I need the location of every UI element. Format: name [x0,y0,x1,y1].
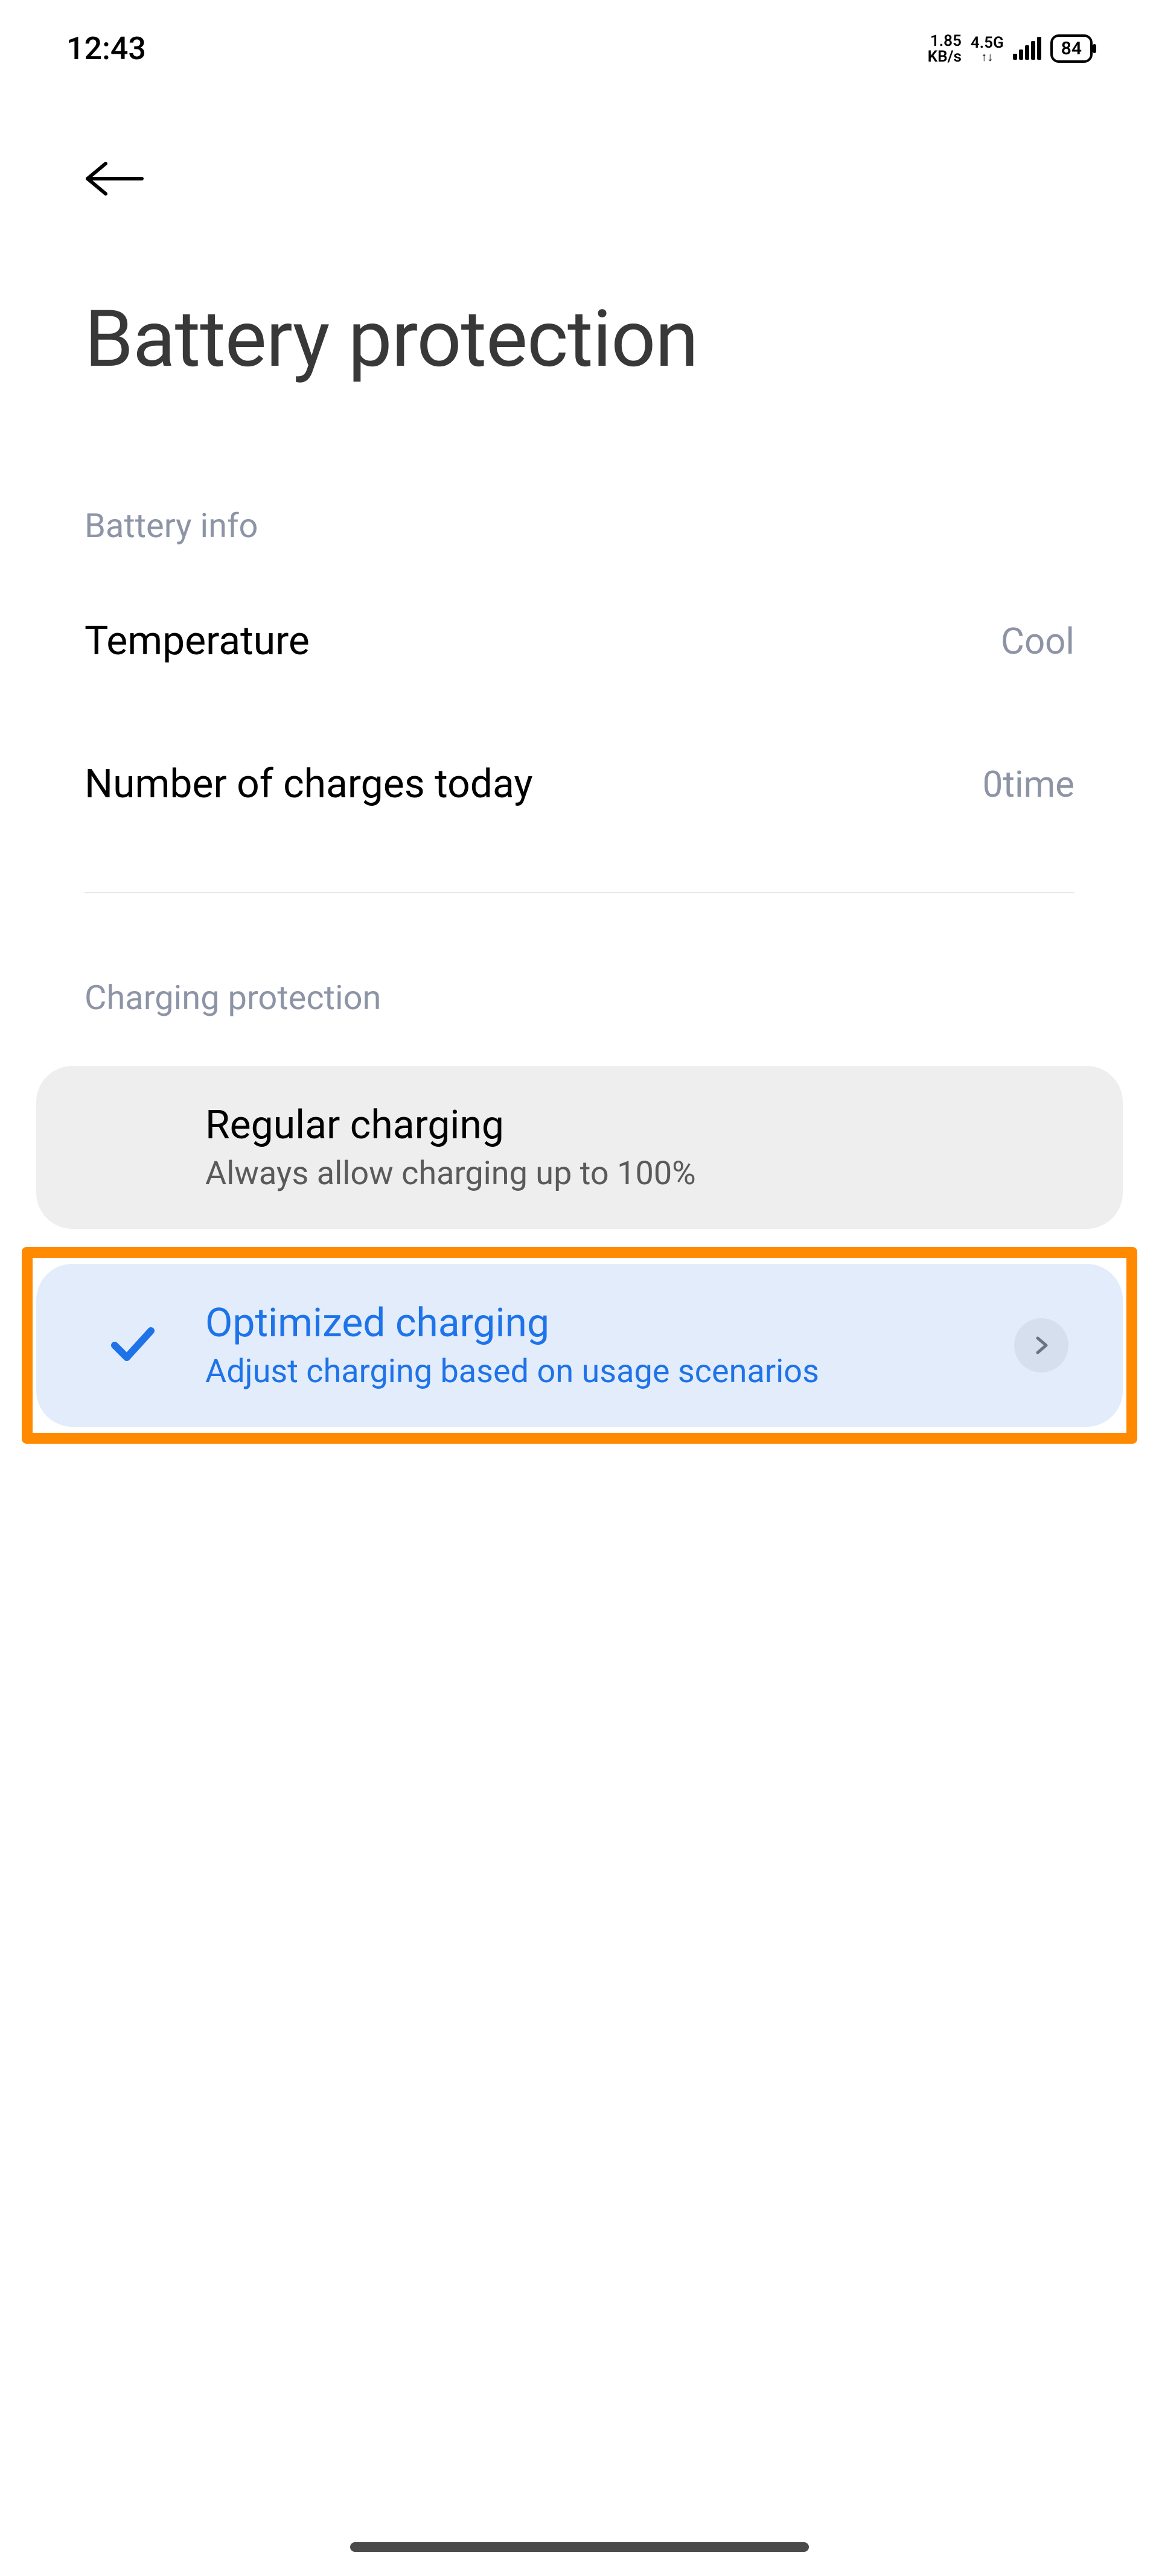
status-right: 1.85 KB/s 4.5G ↑↓ 84 [928,33,1093,65]
regular-title: Regular charging [205,1102,990,1149]
charges-value: 0time [983,763,1074,806]
page-title: Battery protection [0,226,1159,421]
charges-row: Number of charges today 0time [0,713,1159,856]
back-row [0,85,1159,226]
optimized-title: Optimized charging [205,1300,990,1347]
chevron-right-button[interactable] [1014,1318,1068,1372]
optimized-subtitle: Adjust charging based on usage scenarios [205,1353,990,1391]
check-icon [109,1320,157,1371]
network-activity-icon: ↑↓ [981,51,993,63]
regular-subtitle: Always allow charging up to 100% [205,1155,990,1193]
temperature-label: Temperature [85,618,310,665]
option-regular-charging[interactable]: Regular charging Always allow charging u… [36,1066,1123,1229]
status-bar: 12:43 1.85 KB/s 4.5G ↑↓ 84 [0,0,1159,85]
network-speed: 1.85 KB/s [928,33,962,65]
section-battery-info: Battery info [0,421,1159,570]
back-button[interactable] [85,158,1074,202]
home-indicator[interactable] [350,2542,809,2552]
speed-value: 1.85 [930,33,962,49]
battery-indicator: 84 [1050,34,1093,63]
network-type: 4.5G [971,35,1004,51]
status-time: 12:43 [66,30,146,67]
section-charging-protection: Charging protection [0,893,1159,1042]
charges-label: Number of charges today [85,761,533,808]
highlight-box: Optimized charging Adjust charging based… [22,1247,1137,1444]
chevron-right-icon [1030,1334,1052,1356]
network-type-block: 4.5G ↑↓ [971,35,1004,63]
signal-strength-icon [1013,38,1041,60]
option-optimized-charging[interactable]: Optimized charging Adjust charging based… [36,1264,1123,1427]
temperature-value: Cool [1001,620,1074,663]
arrow-left-icon [85,158,145,200]
speed-unit: KB/s [928,49,962,65]
temperature-row: Temperature Cool [0,570,1159,713]
battery-percent: 84 [1061,38,1082,59]
